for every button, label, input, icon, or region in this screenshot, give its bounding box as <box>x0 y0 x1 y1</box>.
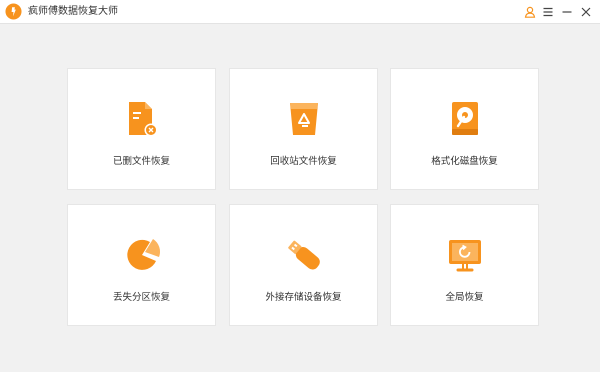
app-logo-icon <box>5 3 22 20</box>
global-recovery-card[interactable]: 全局恢复 <box>390 204 539 326</box>
usb-drive-icon <box>287 240 320 270</box>
card-label: 丢失分区恢复 <box>112 292 170 303</box>
recycle-bin-recovery-card[interactable]: 回收站文件恢复 <box>229 68 378 190</box>
close-icon <box>581 7 591 17</box>
format-disk-icon <box>451 102 478 135</box>
monitor-restore-icon <box>448 240 481 272</box>
card-label: 格式化磁盘恢复 <box>431 156 498 167</box>
user-button[interactable] <box>520 2 540 22</box>
minimize-button[interactable] <box>557 2 577 22</box>
recycle-bin-icon <box>289 103 318 135</box>
app-title: 疯师傅数据恢复大师 <box>28 6 118 17</box>
external-storage-recovery-card[interactable]: 外接存储设备恢复 <box>229 204 378 326</box>
lost-partition-icon <box>126 239 160 270</box>
deleted-file-recovery-card[interactable]: 已删文件恢复 <box>67 68 216 190</box>
lost-partition-recovery-card[interactable]: 丢失分区恢复 <box>67 204 216 326</box>
card-label: 已删文件恢复 <box>112 156 170 167</box>
title-bar: 疯师傅数据恢复大师 <box>0 0 600 24</box>
menu-button[interactable] <box>538 2 558 22</box>
format-disk-recovery-card[interactable]: 格式化磁盘恢复 <box>390 68 539 190</box>
recovery-options: 已删文件恢复 回收站文件恢复 格式化磁盘恢复 丢失分区恢复 外接存储设备恢复 全… <box>0 24 600 372</box>
card-label: 回收站文件恢复 <box>270 156 337 167</box>
minimize-icon <box>562 11 572 13</box>
close-button[interactable] <box>576 2 596 22</box>
card-label: 外接存储设备恢复 <box>265 292 342 303</box>
menu-icon <box>543 7 553 17</box>
deleted-file-icon <box>128 102 157 137</box>
card-label: 全局恢复 <box>445 292 484 303</box>
user-icon <box>524 6 536 18</box>
